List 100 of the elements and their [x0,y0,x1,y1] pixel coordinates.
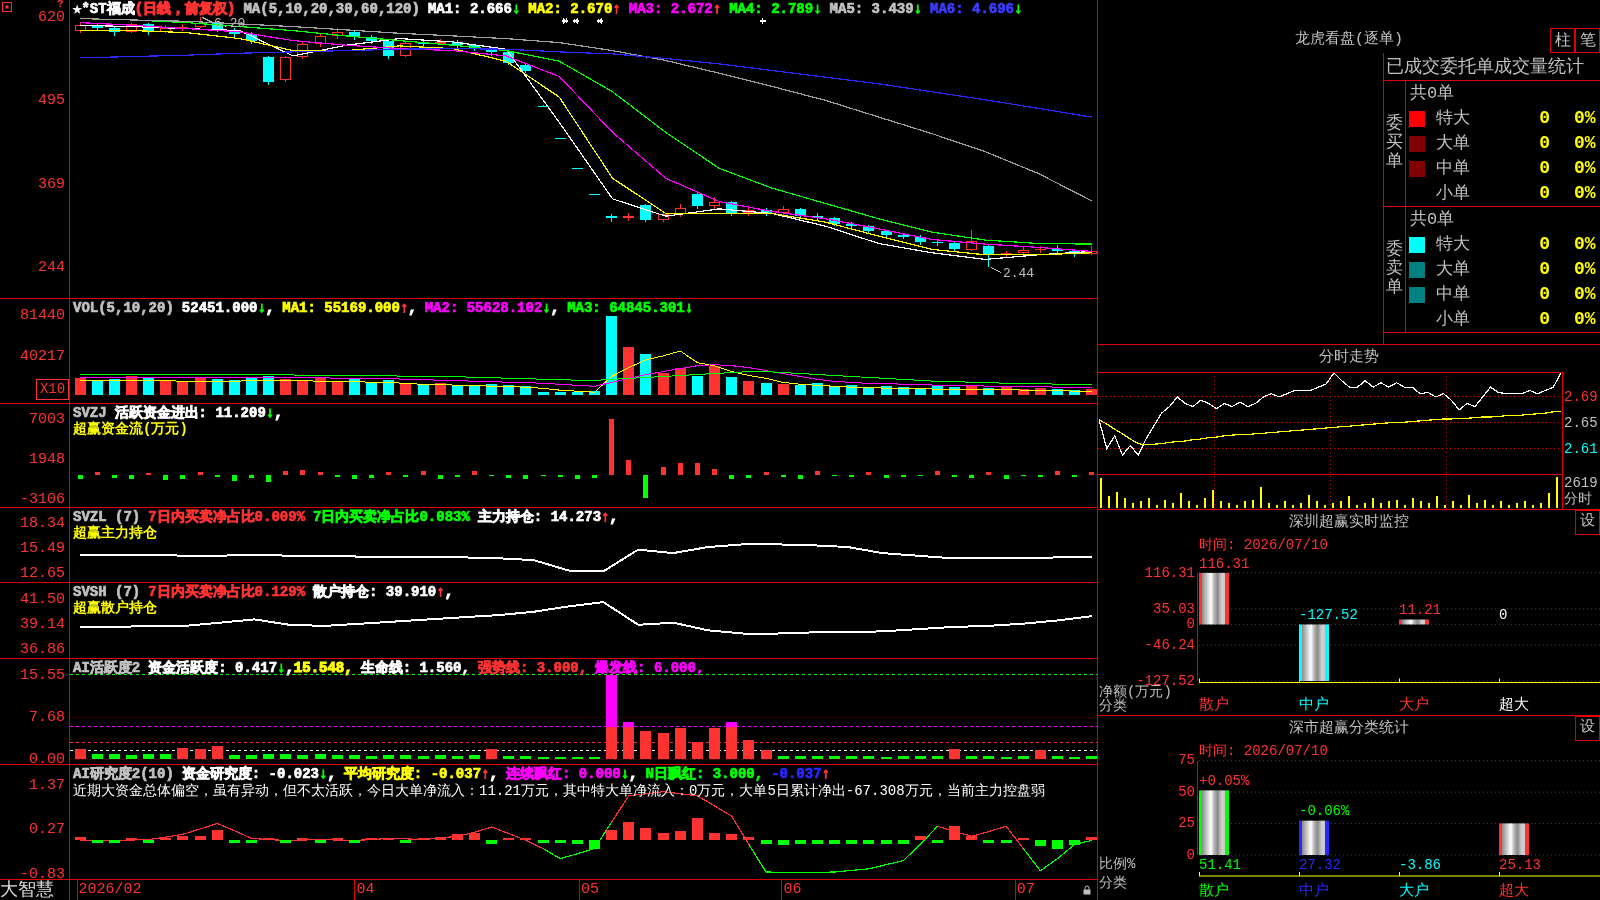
change-label: -0.06% [1299,803,1350,820]
value-label: 11.21 [1399,602,1441,619]
axis-tick-label: 81440 [20,307,65,325]
axis-tick-label: 25 [1178,815,1195,832]
value-label: 51.41 [1199,856,1241,873]
legend-text: ↓ [620,766,630,782]
axis-tick-label: -46.24 [1144,636,1195,653]
order-total: 共0单 [1410,208,1455,231]
bar [1199,790,1229,855]
axis-tick-label: -0.83 [20,866,65,879]
legend-text: SVZL (7) [73,509,141,525]
settings-button[interactable]: 设 [1575,716,1600,741]
volume-max-label: 2619 [1564,475,1598,491]
axis-tick-label: 495 [38,92,65,110]
category-label: 超大 [1499,696,1529,714]
legend-text: ↑ [612,1,621,17]
section-title: 深市超赢分类统计 [1289,718,1409,740]
order-percent: 0% [1574,157,1596,180]
axis-title: 比例% [1099,855,1136,872]
order-type-label: 中单 [1436,283,1471,306]
bar [1299,624,1329,681]
order-type-label: 中单 [1436,157,1471,180]
axis-tick-label: 75 [1178,752,1195,769]
category-label: 大户 [1399,882,1429,900]
view-toggle-button[interactable]: 笔 [1575,28,1600,53]
legend-text: VOL(5,10,20) [73,300,174,316]
legend-text: 活跃资金进出: 11.209 [114,405,266,421]
order-percent: 0% [1574,182,1596,205]
table-title: 已成交委托单成交量统计 [1386,56,1584,77]
order-type-label: 小单 [1436,308,1471,331]
order-percent: 0% [1574,132,1596,155]
legend-text: , [550,300,560,316]
scale-label: X10 [36,379,69,400]
legend-text: MA6: 4.696 [930,1,1014,17]
legend-text: ↓ [257,300,266,316]
order-count: 0 [1538,308,1550,331]
bar [1399,619,1429,625]
axis-tick-label: 0 [1186,616,1195,633]
legend-text: 7日内买卖净占比0.129% [148,584,306,600]
date-label: 07 [1015,880,1035,900]
timestamp-label: 时间: 2026/07/10 [1199,537,1328,553]
square-icon [2,2,12,12]
date-label: 04 [355,880,375,900]
axis-tick-label: 620 [38,9,65,27]
axis-tick-label: 244 [38,259,65,277]
order-count: 0 [1538,283,1550,306]
legend-text: ↓ [542,300,551,316]
axis-tick-label: 0.00 [29,751,65,764]
date-label: 2026/02 [77,880,142,900]
legend-text: , [609,509,618,525]
axis-tick-label: 40217 [20,347,65,365]
legend-text: MA(5,10,20,30,60,120) [243,1,420,17]
legend-text: ↓ [277,660,286,676]
axis-tick-label: 41.50 [20,590,65,608]
view-toggle-button[interactable]: 柱 [1550,28,1575,53]
order-count: 0 [1538,132,1550,155]
legend-text: ↑ [821,766,830,782]
settings-button[interactable]: 设 [1575,510,1600,535]
axis-tick-label: 116.31 [1144,564,1195,581]
legend-text: AI研究度2(10) [73,766,174,782]
brand-name: 大智慧 [0,880,54,900]
legend-text: ↑ [481,766,490,782]
date-label: 05 [580,880,600,900]
legend-text: , [265,300,275,316]
bar [1199,572,1229,625]
order-type-label: 特大 [1436,107,1471,130]
annotation: 2.44 [1002,265,1035,281]
value-label: 0 [1499,607,1508,624]
legend-text: ↓ [684,300,694,316]
axis-tick-label: 39.14 [20,616,65,634]
section-title: 深圳超赢实时监控 [1289,512,1409,534]
order-percent: 0% [1574,258,1596,281]
legend-text: , [444,584,454,600]
legend-text: , [274,405,283,421]
legend-text: 平均研究度: -0.037 [343,766,482,782]
axis-tick-label: 369 [38,176,65,194]
order-count: 0 [1538,182,1550,205]
legend-text: -0.037 [771,766,822,782]
legend-text: 连续飘红: 0.000 [505,766,621,782]
order-count: 0 [1538,107,1550,130]
legend-text: 资金研究度: -0.023 [181,766,320,782]
axis-tick-label: -3106 [20,491,65,507]
legend-text: ↑ [712,1,722,17]
legend-text: MA1: 55169.000 [282,300,400,316]
order-percent: 0% [1574,283,1596,306]
axis-tick-label: 15.49 [20,539,65,557]
order-type-label: 小单 [1436,182,1471,205]
legend-text: 15.548, [293,660,353,676]
axis-tick-label: 0.27 [29,821,65,839]
section-title: 分时走势 [1319,347,1379,369]
axis-title: 分类 [1099,697,1127,714]
axis-tick-label: 7003 [29,411,65,429]
legend-text: MA3: 64845.301 [567,300,685,316]
legend-text: ↓ [813,1,822,17]
legend-text: MA3: 2.672 [628,1,713,17]
price-extreme-label: 2.44 [990,265,1035,281]
legend-text: 生命线: 1.560, [360,660,470,676]
order-count: 0 [1538,233,1550,256]
legend-text: MA2: 55628.102 [424,300,543,316]
order-type-label: 特大 [1436,233,1471,256]
